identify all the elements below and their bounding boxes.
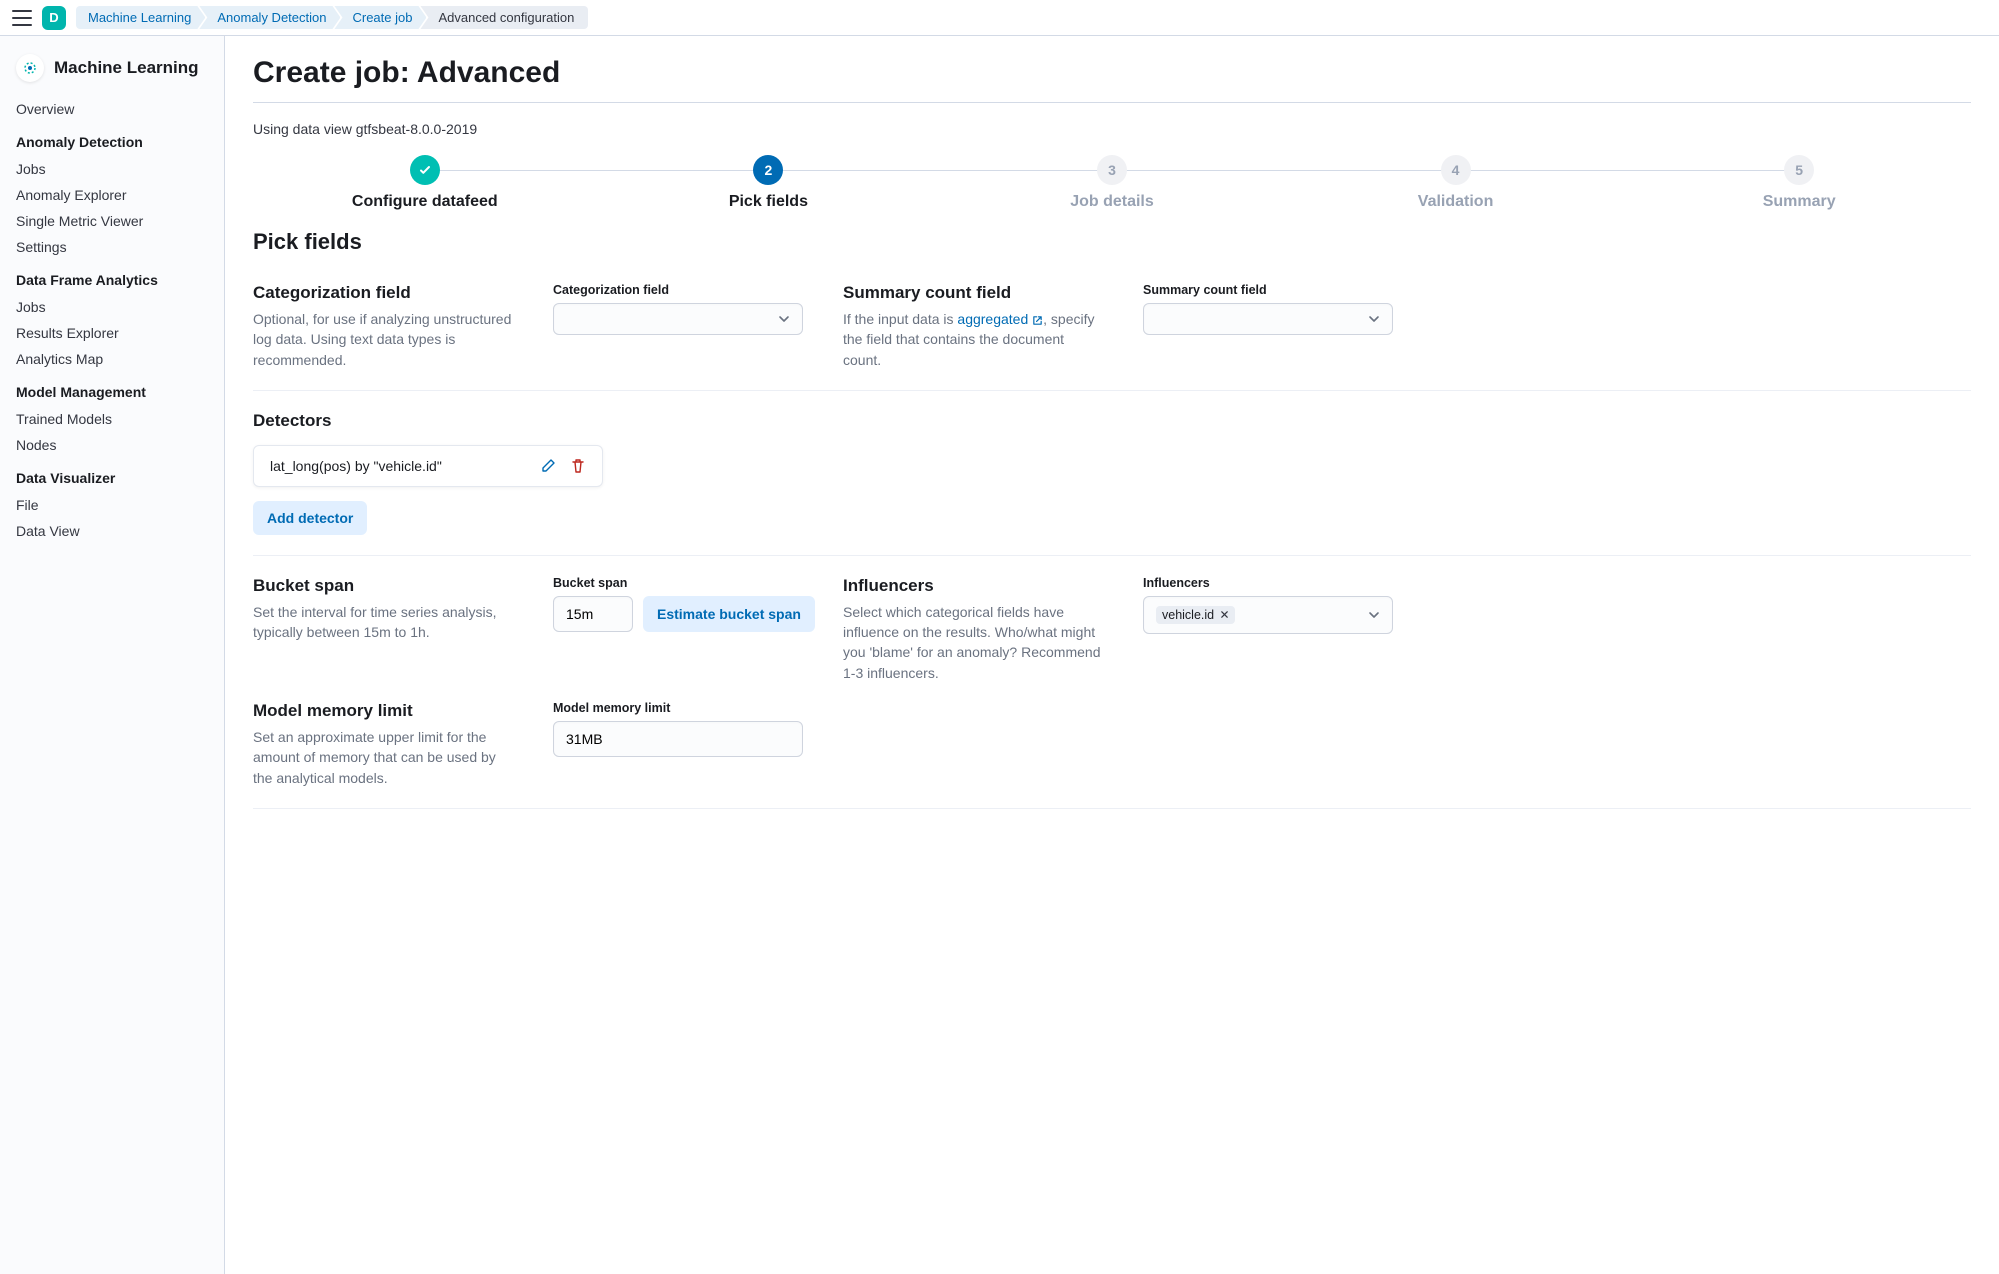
- bucket-span-field-label: Bucket span: [553, 576, 803, 590]
- aggregated-link[interactable]: aggregated: [957, 311, 1028, 327]
- sidebar-item-file[interactable]: File: [0, 492, 224, 518]
- model-memory-desc: Set an approximate upper limit for the a…: [253, 727, 513, 788]
- summary-count-field-select[interactable]: [1143, 303, 1393, 335]
- sidebar-item-nodes[interactable]: Nodes: [0, 432, 224, 458]
- sidebar-item-analytics-map[interactable]: Analytics Map: [0, 346, 224, 372]
- chevron-down-icon: [778, 313, 790, 325]
- hamburger-menu-icon[interactable]: [12, 10, 32, 26]
- divider: [253, 555, 1971, 556]
- chevron-down-icon: [1368, 313, 1380, 325]
- summary-count-desc: If the input data is aggregated , specif…: [843, 309, 1103, 370]
- sidebar-item-results-explorer[interactable]: Results Explorer: [0, 320, 224, 346]
- sidebar-item-dfa-jobs[interactable]: Jobs: [0, 294, 224, 320]
- influencers-title: Influencers: [843, 576, 1103, 596]
- breadcrumb-item[interactable]: Machine Learning: [76, 6, 205, 29]
- step-label: Pick fields: [729, 193, 808, 211]
- sidebar-item-trained-models[interactable]: Trained Models: [0, 406, 224, 432]
- step-number: 2: [753, 155, 783, 185]
- trash-icon[interactable]: [570, 458, 586, 474]
- detector-description: lat_long(pos) by "vehicle.id": [270, 458, 442, 474]
- bucket-span-desc: Set the interval for time series analysi…: [253, 602, 513, 643]
- categorization-desc: Optional, for use if analyzing unstructu…: [253, 309, 513, 370]
- check-icon: [410, 155, 440, 185]
- divider: [253, 102, 1971, 103]
- sidebar-title: Machine Learning: [54, 58, 199, 78]
- influencer-chip: vehicle.id: [1156, 606, 1235, 624]
- influencers-field-label: Influencers: [1143, 576, 1393, 590]
- wizard-stepper: Configure datafeed 2 Pick fields 3 Job d…: [253, 155, 1971, 211]
- breadcrumb-item-current: Advanced configuration: [420, 6, 588, 29]
- sidebar-item-data-view[interactable]: Data View: [0, 518, 224, 544]
- step-number: 3: [1097, 155, 1127, 185]
- step-label: Validation: [1418, 193, 1494, 211]
- external-link-icon: [1032, 315, 1043, 326]
- divider: [253, 808, 1971, 809]
- step-number: 4: [1441, 155, 1471, 185]
- main-content: Create job: Advanced Using data view gtf…: [225, 36, 1999, 1274]
- section-heading-pick-fields: Pick fields: [253, 229, 1971, 255]
- breadcrumb: Machine Learning Anomaly Detection Creat…: [76, 6, 588, 29]
- detector-card: lat_long(pos) by "vehicle.id": [253, 445, 603, 487]
- sidebar-item-jobs[interactable]: Jobs: [0, 156, 224, 182]
- summary-count-field-label: Summary count field: [1143, 283, 1393, 297]
- pencil-icon[interactable]: [540, 458, 556, 474]
- page-title: Create job: Advanced: [253, 56, 1971, 90]
- categorization-title: Categorization field: [253, 283, 513, 303]
- divider: [253, 390, 1971, 391]
- influencers-combobox[interactable]: vehicle.id: [1143, 596, 1393, 634]
- step-label: Configure datafeed: [352, 193, 498, 211]
- step-number: 5: [1784, 155, 1814, 185]
- step-pick-fields[interactable]: 2 Pick fields: [597, 155, 941, 211]
- data-view-subtitle: Using data view gtfsbeat-8.0.0-2019: [253, 121, 1971, 137]
- add-detector-button[interactable]: Add detector: [253, 501, 367, 535]
- sidebar-item-anomaly-explorer[interactable]: Anomaly Explorer: [0, 182, 224, 208]
- model-memory-field-label: Model memory limit: [553, 701, 803, 715]
- detectors-title: Detectors: [253, 411, 1971, 431]
- chevron-down-icon: [1368, 609, 1380, 621]
- summary-count-title: Summary count field: [843, 283, 1103, 303]
- ml-app-icon: [16, 54, 44, 82]
- sidebar: Machine Learning Overview Anomaly Detect…: [0, 36, 225, 1274]
- step-job-details[interactable]: 3 Job details: [940, 155, 1284, 211]
- model-memory-title: Model memory limit: [253, 701, 513, 721]
- step-label: Job details: [1070, 193, 1154, 211]
- sidebar-item-single-metric-viewer[interactable]: Single Metric Viewer: [0, 208, 224, 234]
- categorization-field-select[interactable]: [553, 303, 803, 335]
- step-label: Summary: [1763, 193, 1836, 211]
- step-validation[interactable]: 4 Validation: [1284, 155, 1628, 211]
- sidebar-item-settings[interactable]: Settings: [0, 234, 224, 260]
- model-memory-input[interactable]: [553, 721, 803, 757]
- sidebar-group-model-management: Model Management: [0, 372, 224, 406]
- top-bar: D Machine Learning Anomaly Detection Cre…: [0, 0, 1999, 36]
- breadcrumb-item[interactable]: Anomaly Detection: [199, 6, 340, 29]
- sidebar-group-data-visualizer: Data Visualizer: [0, 458, 224, 492]
- sidebar-group-anomaly-detection: Anomaly Detection: [0, 122, 224, 156]
- sidebar-item-overview[interactable]: Overview: [0, 96, 224, 122]
- sidebar-group-data-frame-analytics: Data Frame Analytics: [0, 260, 224, 294]
- categorization-field-label: Categorization field: [553, 283, 803, 297]
- step-summary[interactable]: 5 Summary: [1627, 155, 1971, 211]
- bucket-span-title: Bucket span: [253, 576, 513, 596]
- breadcrumb-item[interactable]: Create job: [334, 6, 426, 29]
- influencers-desc: Select which categorical fields have inf…: [843, 602, 1103, 683]
- estimate-bucket-span-button[interactable]: Estimate bucket span: [643, 596, 815, 632]
- avatar[interactable]: D: [42, 6, 66, 30]
- close-icon[interactable]: [1220, 610, 1229, 619]
- bucket-span-input[interactable]: [553, 596, 633, 632]
- step-configure-datafeed[interactable]: Configure datafeed: [253, 155, 597, 211]
